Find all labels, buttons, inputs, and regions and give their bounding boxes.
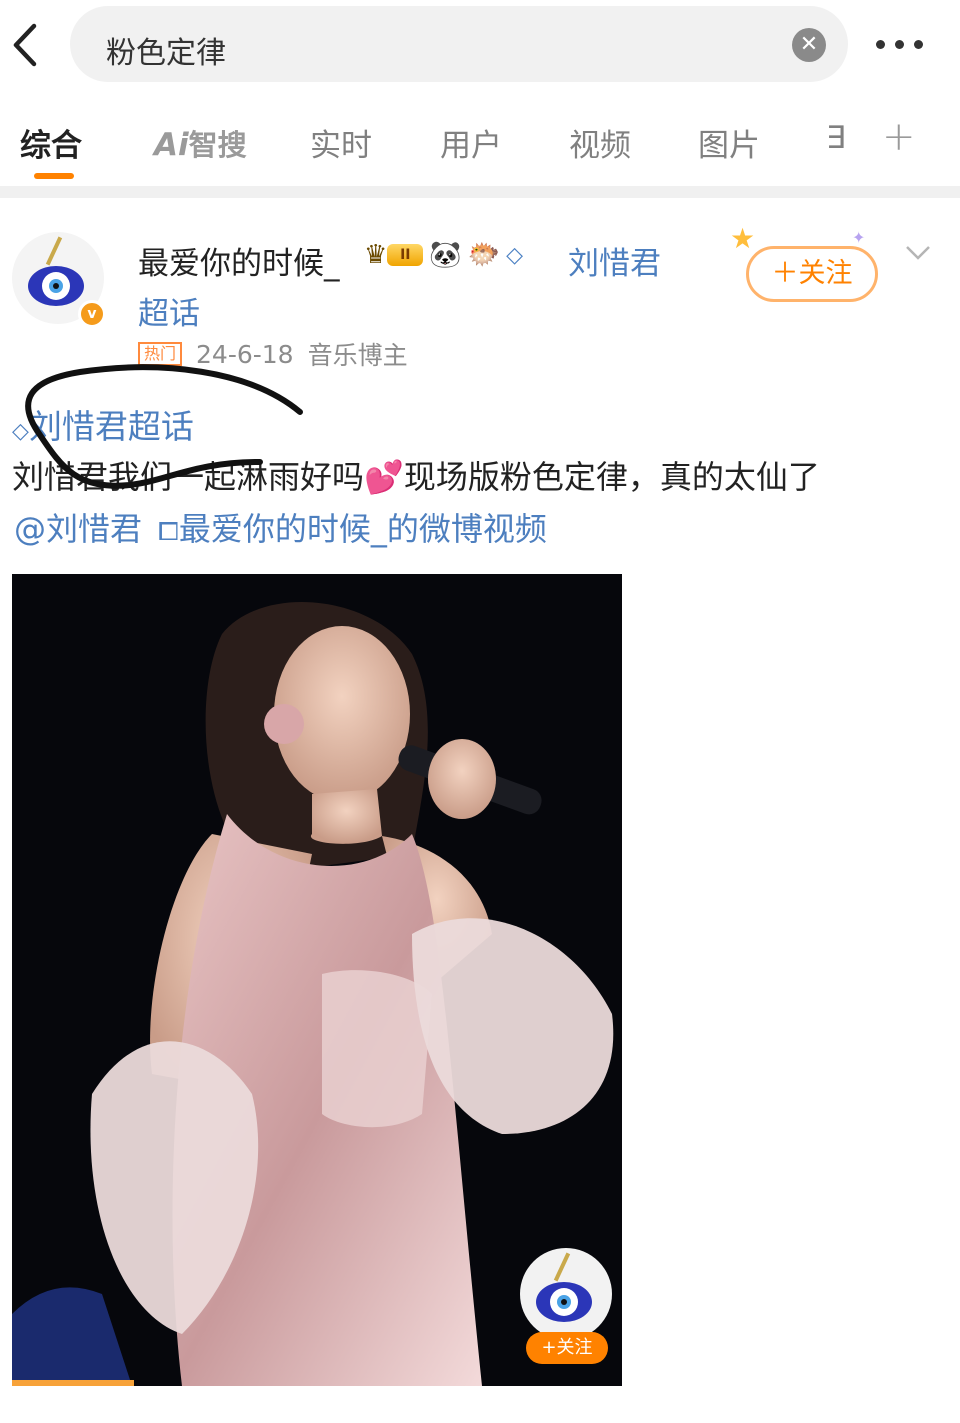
diamond-icon: ◇ — [506, 242, 523, 268]
tab-comprehensive[interactable]: 综合 — [20, 120, 82, 165]
video-progress-bar[interactable] — [12, 1380, 134, 1386]
video-link[interactable]: ⧠最爱你的时候_的微博视频 — [158, 510, 547, 548]
panda-icon: 🐼 — [429, 240, 462, 270]
mention-link[interactable]: @刘惜君 — [14, 510, 142, 548]
author-role: 音乐博主 — [307, 341, 408, 370]
search-input[interactable]: 粉色定律 — [106, 28, 226, 72]
tab-users[interactable]: 用户 — [440, 120, 502, 165]
search-tabs: 综合 Ai智搜 实时 用户 视频 图片 ∃ + — [0, 100, 960, 184]
tab-videos[interactable]: 视频 — [569, 120, 631, 165]
chevron-down-icon[interactable] — [904, 238, 932, 266]
follow-button[interactable]: ＋关注 — [746, 246, 878, 302]
video-link-label: 最爱你的时候_的微博视频 — [178, 510, 547, 548]
back-arrow-icon[interactable] — [6, 22, 46, 68]
charm-chain — [45, 236, 63, 266]
active-tab-indicator — [34, 173, 74, 179]
tab-ai-search[interactable]: Ai智搜 — [154, 122, 247, 164]
avatar[interactable]: v — [12, 232, 106, 328]
hand-drawn-scribble — [25, 364, 303, 489]
video-author-avatar[interactable] — [520, 1248, 612, 1340]
video-follow-button[interactable]: +关注 — [526, 1332, 608, 1364]
user-badges: ♛ II 🐼 🐡 ◇ — [364, 240, 523, 276]
section-divider — [0, 186, 960, 198]
evil-eye-icon — [28, 266, 84, 306]
level-badge: II — [387, 244, 424, 266]
more-options-icon[interactable] — [876, 34, 936, 54]
video-icon: ⧠ — [158, 517, 179, 547]
crown-icon: ♛ — [364, 240, 388, 270]
post-text-part2: 现场版粉色定律，真的太仙了 — [403, 458, 820, 496]
linked-super-topic-suffix[interactable]: 超话 — [138, 288, 200, 333]
linked-super-topic[interactable]: 刘惜君 — [568, 238, 661, 283]
ai-tab-prefix: Ai — [154, 127, 189, 163]
evil-eye-icon — [536, 1282, 592, 1322]
tab-truncated[interactable]: ∃ — [826, 120, 846, 156]
star-icon: ★ — [730, 222, 756, 255]
add-tab-icon[interactable]: + — [882, 114, 916, 160]
author-name[interactable]: 最爱你的时候_ — [138, 238, 340, 283]
search-box[interactable]: 粉色定律 ✕ — [70, 6, 848, 82]
fish-icon: 🐡 — [467, 240, 501, 270]
clear-search-icon[interactable]: ✕ — [792, 28, 826, 62]
hearts-emoji-icon: 💕 — [364, 458, 404, 496]
video-player[interactable]: +关注 — [12, 574, 622, 1386]
post-links: @刘惜君 ⧠最爱你的时候_的微博视频 — [14, 504, 547, 550]
tab-images[interactable]: 图片 — [698, 120, 760, 165]
tab-realtime[interactable]: 实时 — [310, 120, 372, 165]
sparkle-icon: ✦ — [852, 228, 866, 247]
verified-badge-icon: v — [78, 300, 106, 328]
top-bar: 粉色定律 ✕ — [0, 0, 960, 92]
ai-tab-label: 智搜 — [188, 128, 247, 162]
